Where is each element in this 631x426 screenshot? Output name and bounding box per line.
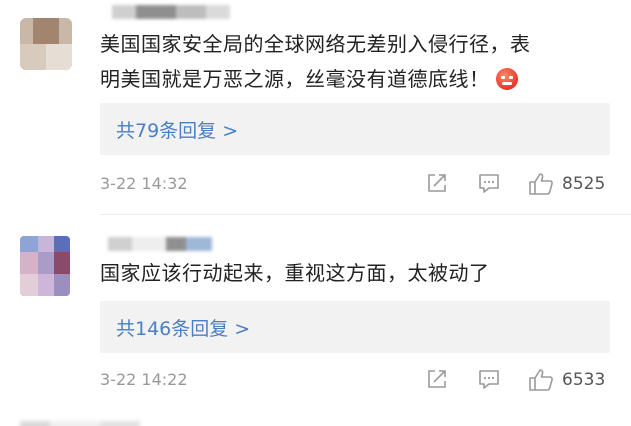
comment-text: 美国国家安全局的全球网络无差别入侵行径，表 明美国就是万恶之源，丝毫没有道德底线… <box>100 27 600 97</box>
comment-divider <box>100 214 631 215</box>
like-icon[interactable] <box>528 172 554 200</box>
comment-text-line: 明美国就是万恶之源，丝毫没有道德底线！ <box>100 62 600 97</box>
comment-text-line: 国家应该行动起来，重视这方面，太被动了 <box>100 261 490 285</box>
username-redacted <box>108 236 228 251</box>
comment-meta-row: 3-22 14:22 6533 <box>100 368 615 392</box>
like-count: 6533 <box>562 370 606 390</box>
comment-icon[interactable] <box>478 172 500 198</box>
view-replies-link[interactable]: 共146条回复 > <box>116 314 250 341</box>
like-icon[interactable] <box>528 368 554 396</box>
avatar[interactable] <box>20 18 72 70</box>
comment-timestamp: 3-22 14:22 <box>100 370 188 389</box>
comment-timestamp: 3-22 14:32 <box>100 174 188 193</box>
share-icon[interactable] <box>426 368 448 394</box>
comment-icon[interactable] <box>478 368 500 394</box>
share-icon[interactable] <box>426 172 448 198</box>
next-avatar-cropped <box>20 416 240 426</box>
view-replies-link[interactable]: 共79条回复 > <box>116 116 238 143</box>
username-redacted <box>112 4 242 19</box>
reply-summary-box[interactable]: 共79条回复 > <box>100 103 610 155</box>
like-count: 8525 <box>562 174 606 194</box>
comment-text-line: 美国国家安全局的全球网络无差别入侵行径，表 <box>100 32 531 56</box>
avatar[interactable] <box>20 236 70 296</box>
comment-meta-row: 3-22 14:32 8525 <box>100 172 615 196</box>
reply-summary-box[interactable]: 共146条回复 > <box>100 301 610 353</box>
comment-feed: 美国国家安全局的全球网络无差别入侵行径，表 明美国就是万恶之源，丝毫没有道德底线… <box>0 0 631 426</box>
comment-text: 国家应该行动起来，重视这方面，太被动了 <box>100 256 600 291</box>
angry-emoji-icon <box>495 68 518 90</box>
